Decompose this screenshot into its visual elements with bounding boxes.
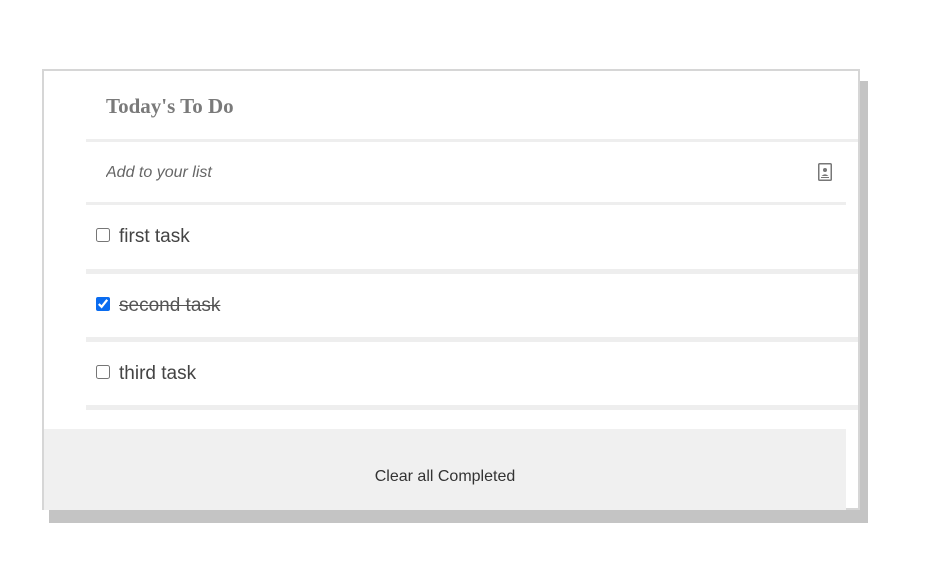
- add-task-row: [86, 142, 846, 203]
- page-title: Today's To Do: [106, 94, 234, 118]
- task-label: second task: [119, 295, 221, 316]
- contact-card-icon[interactable]: [818, 163, 832, 181]
- task-item: third task: [86, 342, 858, 406]
- task-label: first task: [119, 226, 190, 247]
- add-task-input[interactable]: [86, 142, 846, 203]
- task-item: first task: [86, 205, 858, 269]
- task-item: second task: [86, 274, 858, 338]
- task-checkbox[interactable]: [96, 297, 110, 311]
- clear-completed-button[interactable]: Clear all Completed: [44, 429, 846, 510]
- task-label: third task: [119, 363, 197, 384]
- task-checkbox[interactable]: [96, 228, 110, 242]
- task-checkbox[interactable]: [96, 365, 110, 379]
- footer: Clear all Completed: [44, 429, 846, 510]
- divider: [86, 405, 858, 410]
- todo-card: Today's To Do first task second task thi…: [42, 69, 860, 510]
